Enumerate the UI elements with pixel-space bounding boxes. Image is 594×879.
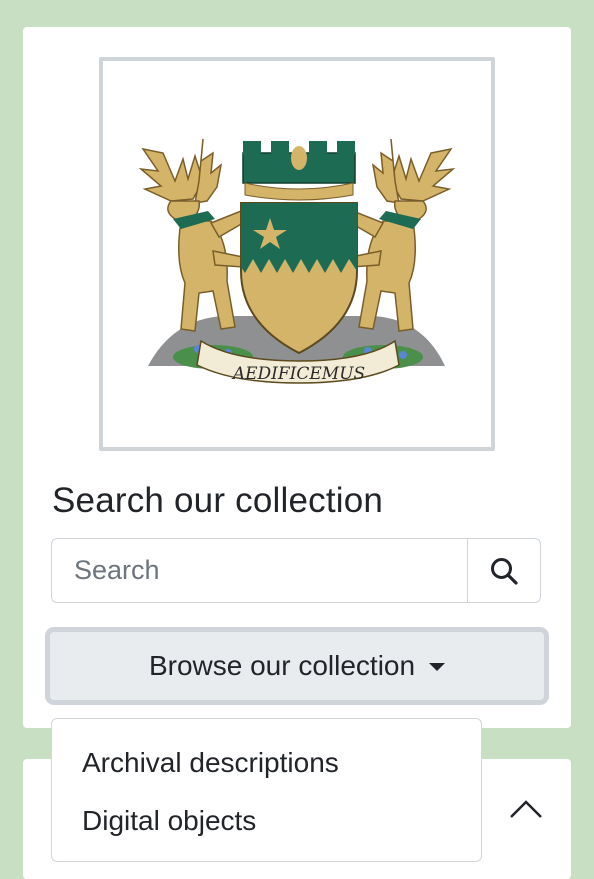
browse-collection-button[interactable]: Browse our collection: [45, 627, 549, 705]
search-submit-button[interactable]: [467, 539, 540, 602]
caret-down-icon: [429, 663, 446, 671]
coat-of-arms-image: AEDIFICEMUS: [138, 138, 456, 384]
coat-of-arms-logo: AEDIFICEMUS: [99, 57, 495, 451]
chevron-up-icon[interactable]: [509, 799, 543, 819]
menu-item-digital-objects[interactable]: Digital objects: [52, 798, 481, 856]
search-input[interactable]: [52, 539, 467, 602]
menu-item-archival-descriptions[interactable]: Archival descriptions: [52, 740, 481, 798]
search-box: [51, 538, 541, 603]
motto-text: AEDIFICEMUS: [231, 364, 365, 384]
browse-dropdown-menu: Archival descriptions Digital objects: [51, 718, 482, 862]
search-heading: Search our collection: [52, 481, 384, 520]
search-icon: [491, 557, 518, 585]
browse-button-label: Browse our collection: [148, 650, 416, 681]
